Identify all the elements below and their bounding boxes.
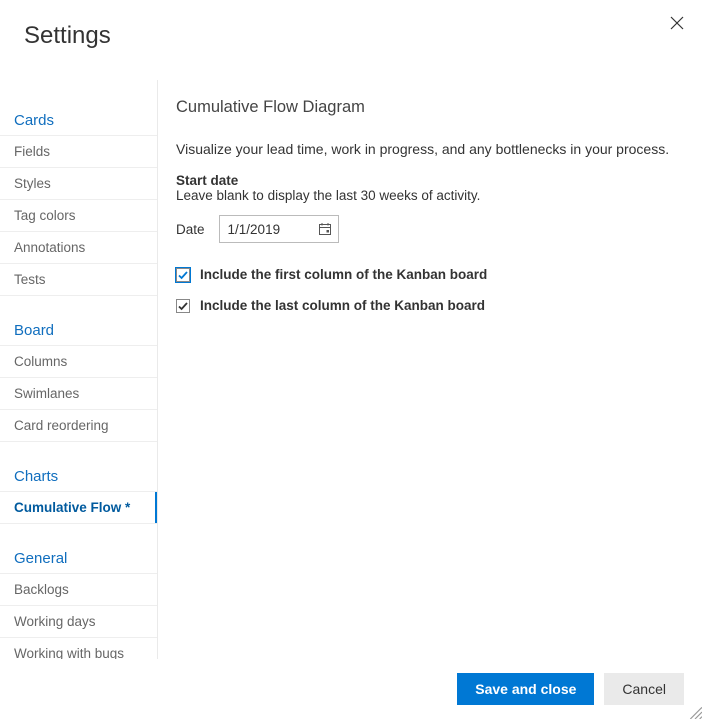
include-last-column-checkbox[interactable] [176,299,190,313]
dialog-footer: Save and close Cancel [457,673,684,705]
sidebar-section-board: Board [0,314,157,345]
sidebar-item-fields[interactable]: Fields [0,135,157,167]
dialog-title: Settings [0,0,704,50]
include-first-column-checkbox[interactable] [176,268,190,282]
start-date-label: Start date [176,173,682,188]
date-input[interactable] [228,222,304,237]
cancel-button[interactable]: Cancel [604,673,684,705]
calendar-icon[interactable] [318,222,332,236]
sidebar-item-swimlanes[interactable]: Swimlanes [0,377,157,409]
sidebar-item-cumulative-flow[interactable]: Cumulative Flow * [0,491,157,524]
sidebar-item-styles[interactable]: Styles [0,167,157,199]
panel-description: Visualize your lead time, work in progre… [176,141,682,157]
sidebar-section-charts: Charts [0,460,157,491]
sidebar-item-working-days[interactable]: Working days [0,605,157,637]
sidebar-item-card-reordering[interactable]: Card reordering [0,409,157,442]
sidebar-section-cards: Cards [0,104,157,135]
resize-grip-icon[interactable] [688,705,702,719]
sidebar-item-tests[interactable]: Tests [0,263,157,296]
date-label: Date [176,222,205,237]
close-icon[interactable] [670,16,686,32]
include-last-column-label: Include the last column of the Kanban bo… [200,298,485,313]
include-first-column-label: Include the first column of the Kanban b… [200,267,487,282]
sidebar-item-working-with-bugs[interactable]: Working with bugs [0,637,157,659]
save-button[interactable]: Save and close [457,673,594,705]
sidebar-section-general: General [0,542,157,573]
panel-title: Cumulative Flow Diagram [176,98,682,117]
sidebar-item-annotations[interactable]: Annotations [0,231,157,263]
sidebar-item-columns[interactable]: Columns [0,345,157,377]
settings-dialog: Settings Cards Fields Styles Tag colors … [0,0,704,721]
start-date-help: Leave blank to display the last 30 weeks… [176,188,682,203]
sidebar: Cards Fields Styles Tag colors Annotatio… [0,80,158,659]
date-input-container [219,215,339,243]
sidebar-item-tag-colors[interactable]: Tag colors [0,199,157,231]
settings-panel: Cumulative Flow Diagram Visualize your l… [158,80,704,659]
sidebar-item-backlogs[interactable]: Backlogs [0,573,157,605]
